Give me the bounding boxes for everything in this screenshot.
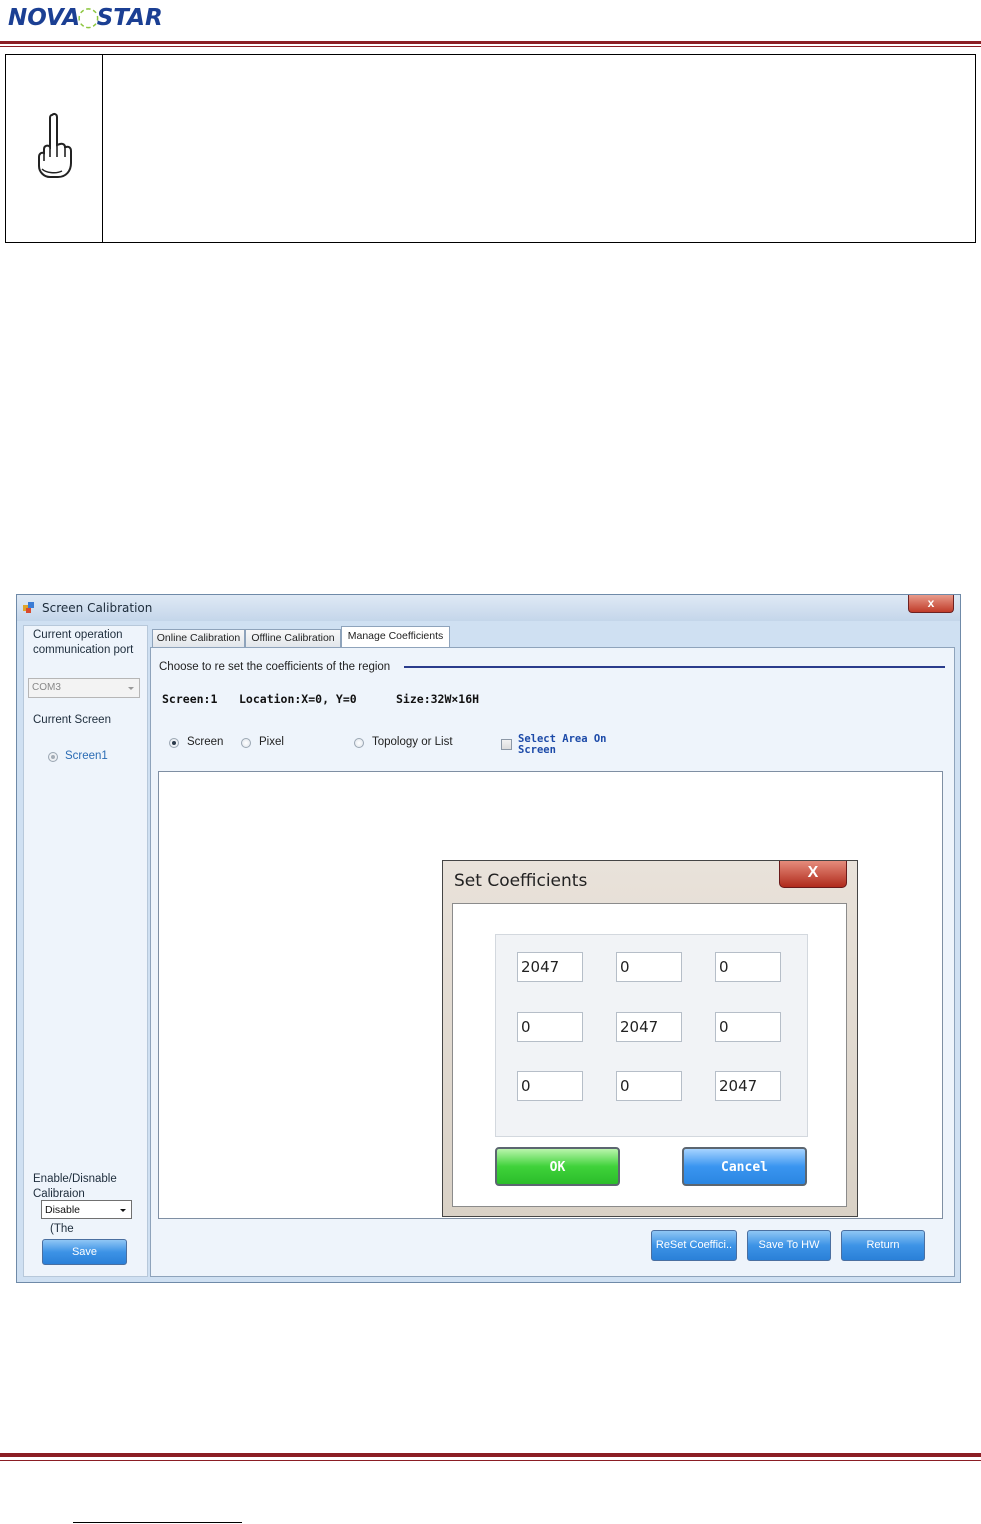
coef-r3c2[interactable]: 0 [616,1071,682,1101]
footer-rule-thick [0,1453,981,1457]
comm-port-label: Current operation communication port [33,629,134,656]
pointing-hand-icon [38,112,72,178]
header-rule-thick [0,41,981,44]
option-topology-label[interactable]: Topology or List [372,736,453,748]
option-topology-radio[interactable] [354,738,364,748]
set-coefficients-dialog: Set Coefficients X 2047 0 0 0 2047 0 0 0… [442,860,858,1217]
window-title: Screen Calibration [42,601,153,615]
group-title: Choose to re set the coefficients of the… [159,661,391,673]
coef-r3c1[interactable]: 0 [517,1071,583,1101]
coef-r1c3[interactable]: 0 [715,952,781,982]
ok-button[interactable]: OK [495,1147,620,1186]
enable-calibration-label: Enable/Disnable Calibraion [33,1173,117,1200]
dialog-close-button[interactable]: X [779,861,847,888]
enable-calibration-value: Disable [45,1204,81,1216]
screen-calibration-window: Screen Calibration x Current operation c… [16,594,961,1283]
title-bar: Screen Calibration x [17,595,960,621]
dialog-body: 2047 0 0 0 2047 0 0 0 2047 OK Cancel [452,903,847,1207]
info-area: Screen:1 Location:X=0, Y=0 Size:32W×16H … [157,684,942,768]
note-divider [102,55,103,242]
current-screen-label: Current Screen [33,714,111,726]
coefficient-matrix: 2047 0 0 0 2047 0 0 0 2047 [495,934,808,1137]
tab-offline-calibration[interactable]: Offline Calibration [245,629,341,647]
group-title-line [404,666,945,668]
option-pixel-radio[interactable] [241,738,251,748]
select-area-label-line2: Screen [518,744,556,756]
enable-calibration-select[interactable]: Disable [41,1200,132,1219]
tab-online-calibration[interactable]: Online Calibration [152,629,245,647]
logo-part-nova: NOVA [8,5,81,31]
option-screen-radio[interactable] [169,738,179,748]
select-area-label[interactable]: Select Area On Screen [518,734,607,756]
dialog-title: Set Coefficients [454,871,588,891]
left-panel: Current operation communication port COM… [23,625,148,1277]
header-rule-thin [0,46,981,47]
option-screen-label[interactable]: Screen [187,736,223,748]
reset-coefficients-button[interactable]: ReSet Coeffici.. [651,1230,737,1261]
coef-r3c3[interactable]: 2047 [715,1071,781,1101]
screen1-radio[interactable] [48,752,58,762]
screen-info: Screen:1 [162,692,218,706]
footnote-separator [73,1522,242,1523]
return-button[interactable]: Return [841,1230,925,1261]
tab-manage-coefficients[interactable]: Manage Coefficients [341,626,450,648]
comm-port-value: COM3 [32,682,61,693]
coef-r2c3[interactable]: 0 [715,1012,781,1042]
size-info: Size:32W×16H [396,692,480,706]
coef-r1c1[interactable]: 2047 [517,952,583,982]
select-area-checkbox[interactable] [501,739,512,750]
option-pixel-label[interactable]: Pixel [259,736,284,748]
save-to-hw-button[interactable]: Save To HW [747,1230,831,1261]
screen1-label[interactable]: Screen1 [65,749,108,764]
footer-rule-thin [0,1460,981,1461]
chevron-down-icon [120,1209,126,1212]
location-info: Location:X=0, Y=0 [239,692,357,706]
logo-part-star: STAR [96,5,163,31]
window-close-button[interactable]: x [908,595,954,613]
truncated-note-text: (The [50,1223,74,1235]
novastar-logo: NOVA◌STAR [8,2,163,32]
coef-r2c2[interactable]: 2047 [616,1012,682,1042]
coef-r1c2[interactable]: 0 [616,952,682,982]
chevron-down-icon [128,687,134,690]
coef-r2c1[interactable]: 0 [517,1012,583,1042]
app-icon [23,602,34,613]
manage-coefficients-panel: Choose to re set the coefficients of the… [150,647,955,1277]
note-box [5,54,976,243]
cancel-button[interactable]: Cancel [682,1147,807,1186]
save-button[interactable]: Save [42,1239,127,1265]
comm-port-select[interactable]: COM3 [28,678,140,698]
